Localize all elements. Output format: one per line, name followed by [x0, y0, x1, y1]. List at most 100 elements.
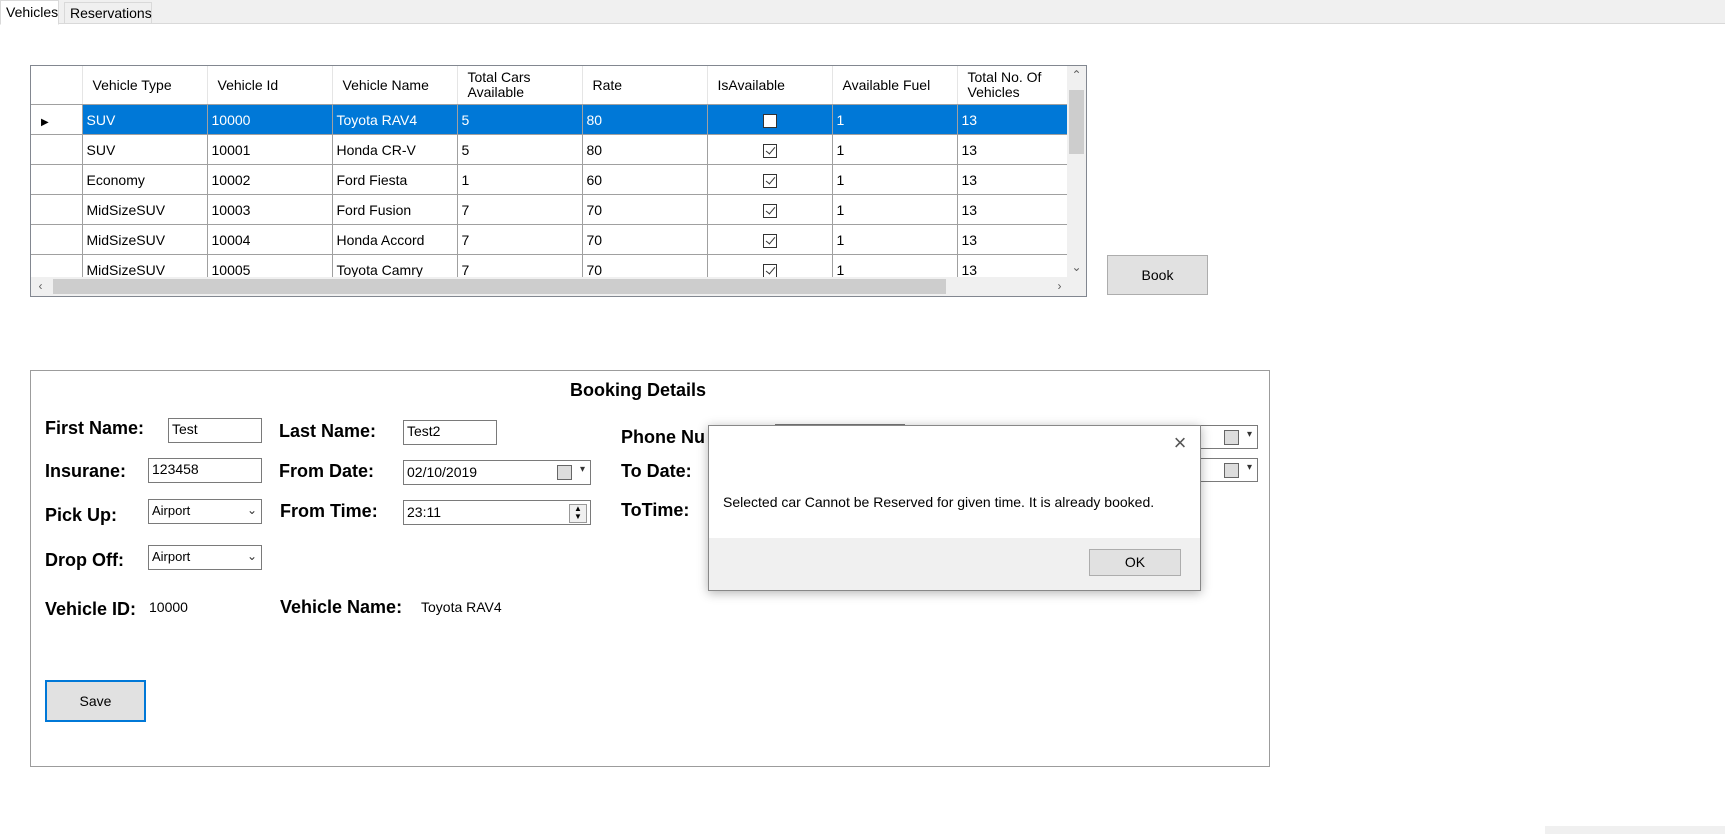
- tab-reservations[interactable]: Reservations: [64, 2, 152, 24]
- table-row[interactable]: ▶ SUV 10000 Toyota RAV4 5 80 1 13: [31, 104, 1083, 135]
- column-header-vehicle-type[interactable]: Vehicle Type: [82, 66, 208, 105]
- row-header[interactable]: [31, 134, 83, 165]
- column-header-vehicle-id[interactable]: Vehicle Id: [207, 66, 333, 105]
- table-cell[interactable]: Ford Fiesta: [332, 164, 458, 195]
- column-header-total-cars[interactable]: Total Cars Available: [457, 66, 583, 105]
- vehicles-grid[interactable]: Vehicle Type Vehicle Id Vehicle Name Tot…: [30, 65, 1087, 297]
- row-header[interactable]: [31, 194, 83, 225]
- table-cell[interactable]: 13: [957, 164, 1083, 195]
- column-header-vehicle-name[interactable]: Vehicle Name: [332, 66, 458, 105]
- is-available-cell[interactable]: [707, 164, 833, 195]
- table-cell[interactable]: 10001: [207, 134, 333, 165]
- insurance-field[interactable]: 123458: [148, 458, 262, 483]
- row-header[interactable]: [31, 224, 83, 255]
- table-cell[interactable]: 80: [582, 104, 708, 135]
- column-header-total-vehicles[interactable]: Total No. Of Vehicles: [957, 66, 1083, 105]
- table-cell[interactable]: 60: [582, 164, 708, 195]
- time-spinner-icon[interactable]: ▲ ▼: [569, 504, 587, 523]
- table-cell[interactable]: 10003: [207, 194, 333, 225]
- dialog-footer: OK: [709, 538, 1200, 590]
- table-cell[interactable]: 1: [832, 134, 958, 165]
- scroll-left-icon[interactable]: ‹: [31, 277, 50, 296]
- is-available-checkbox[interactable]: [762, 263, 777, 278]
- from-time-value: 23:11: [407, 504, 441, 520]
- table-cell[interactable]: Honda CR-V: [332, 134, 458, 165]
- table-cell[interactable]: 10000: [207, 104, 333, 135]
- from-time-label: From Time:: [280, 501, 378, 521]
- column-header-is-available[interactable]: IsAvailable: [707, 66, 833, 105]
- tab-vehicles[interactable]: Vehicles: [0, 0, 59, 25]
- table-row[interactable]: Economy 10002 Ford Fiesta 1 60 1 13: [31, 164, 1083, 195]
- table-cell[interactable]: MidSizeSUV: [82, 194, 208, 225]
- table-cell[interactable]: 1: [832, 224, 958, 255]
- table-cell[interactable]: 13: [957, 224, 1083, 255]
- vertical-scroll-thumb[interactable]: [1069, 90, 1084, 154]
- chevron-down-icon: ▾: [1246, 462, 1252, 473]
- table-cell[interactable]: 80: [582, 134, 708, 165]
- table-cell[interactable]: MidSizeSUV: [82, 224, 208, 255]
- table-cell[interactable]: 7: [457, 224, 583, 255]
- table-cell[interactable]: 10002: [207, 164, 333, 195]
- close-icon[interactable]: ×: [1170, 432, 1190, 454]
- is-available-checkbox[interactable]: [762, 113, 777, 128]
- book-button[interactable]: Book: [1107, 255, 1208, 295]
- table-row[interactable]: MidSizeSUV 10004 Honda Accord 7 70 1 13: [31, 224, 1083, 255]
- calendar-icon: [557, 465, 572, 480]
- table-cell[interactable]: SUV: [82, 134, 208, 165]
- row-header[interactable]: ▶: [31, 104, 83, 135]
- is-available-cell[interactable]: [707, 194, 833, 225]
- pick-up-dropdown[interactable]: Airport ⌄: [148, 499, 262, 524]
- insurance-label: Insurane:: [45, 461, 127, 481]
- table-cell[interactable]: 1: [832, 164, 958, 195]
- horizontal-scroll-thumb[interactable]: [53, 279, 946, 294]
- pick-up-value: Airport: [152, 503, 191, 518]
- drop-off-dropdown[interactable]: Airport ⌄: [148, 545, 262, 570]
- scroll-down-icon[interactable]: ⌄: [1067, 258, 1086, 277]
- from-time-picker[interactable]: 23:11 ▲ ▼: [403, 500, 591, 525]
- ok-button[interactable]: OK: [1089, 549, 1181, 576]
- table-cell[interactable]: 1: [832, 194, 958, 225]
- table-cell[interactable]: 70: [582, 194, 708, 225]
- horizontal-scrollbar[interactable]: ‹ ›: [31, 277, 1069, 296]
- row-header[interactable]: [31, 164, 83, 195]
- is-available-cell[interactable]: [707, 134, 833, 165]
- table-cell[interactable]: 5: [457, 104, 583, 135]
- vehicle-id-label: Vehicle ID:: [45, 599, 137, 619]
- vertical-scrollbar[interactable]: ⌃ ⌄: [1067, 66, 1086, 277]
- first-name-field[interactable]: Test: [168, 418, 262, 443]
- is-available-cell[interactable]: [707, 224, 833, 255]
- table-cell[interactable]: 13: [957, 104, 1083, 135]
- table-cell[interactable]: 7: [457, 194, 583, 225]
- table-cell[interactable]: SUV: [82, 104, 208, 135]
- is-available-cell[interactable]: [707, 104, 833, 135]
- table-cell[interactable]: 1: [832, 104, 958, 135]
- last-name-field[interactable]: Test2: [403, 420, 497, 445]
- table-cell[interactable]: 5: [457, 134, 583, 165]
- table-cell[interactable]: Honda Accord: [332, 224, 458, 255]
- is-available-checkbox[interactable]: [762, 143, 777, 158]
- table-cell[interactable]: 10004: [207, 224, 333, 255]
- row-header-corner: [31, 66, 83, 105]
- save-button[interactable]: Save: [45, 680, 146, 722]
- table-cell[interactable]: Ford Fusion: [332, 194, 458, 225]
- table-cell[interactable]: 13: [957, 134, 1083, 165]
- column-header-available-fuel[interactable]: Available Fuel: [832, 66, 958, 105]
- table-row[interactable]: MidSizeSUV 10003 Ford Fusion 7 70 1 13: [31, 194, 1083, 225]
- chevron-down-icon: ⌄: [246, 549, 257, 563]
- scroll-up-icon[interactable]: ⌃: [1067, 66, 1086, 85]
- table-cell[interactable]: 1: [457, 164, 583, 195]
- phone-number-label: Phone Nu: [621, 427, 705, 447]
- is-available-checkbox[interactable]: [762, 173, 777, 188]
- from-date-picker[interactable]: 02/10/2019 ▾: [403, 460, 591, 485]
- column-header-rate[interactable]: Rate: [582, 66, 708, 105]
- table-cell[interactable]: 13: [957, 194, 1083, 225]
- vehicle-name-value: Toyota RAV4: [421, 599, 502, 615]
- is-available-checkbox[interactable]: [762, 233, 777, 248]
- table-cell[interactable]: Toyota RAV4: [332, 104, 458, 135]
- is-available-checkbox[interactable]: [762, 203, 777, 218]
- table-row[interactable]: SUV 10001 Honda CR-V 5 80 1 13: [31, 134, 1083, 165]
- calendar-icon: [1224, 430, 1239, 445]
- first-name-label: First Name:: [45, 418, 145, 438]
- table-cell[interactable]: 70: [582, 224, 708, 255]
- table-cell[interactable]: Economy: [82, 164, 208, 195]
